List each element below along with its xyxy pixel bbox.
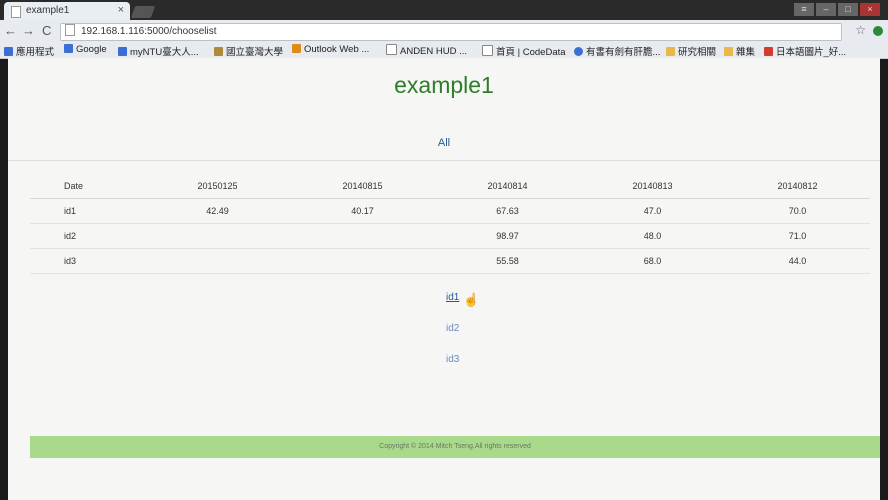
address-bar[interactable]: 192.168.1.116:5000/chooselist xyxy=(60,23,842,41)
menu-icon[interactable]: ≡ xyxy=(794,3,814,16)
bookmark-ntu[interactable]: 國立臺灣大學 xyxy=(214,44,283,58)
column-header: 20140814 xyxy=(435,174,580,199)
bookmark-anden-hud[interactable]: ANDEN HUD ... xyxy=(386,44,467,57)
table-cell: id2 xyxy=(30,223,145,249)
column-header: 20140815 xyxy=(290,174,435,199)
browser-toolbar: ← → C 192.168.1.116:5000/chooselist ☆ xyxy=(0,20,888,42)
divider xyxy=(8,160,880,161)
table-cell xyxy=(145,223,290,249)
hand-cursor-icon: ☝ xyxy=(463,292,480,307)
table-cell: 71.0 xyxy=(725,223,870,249)
table-cell: 42.49 xyxy=(145,198,290,224)
page-brand[interactable]: example1 xyxy=(8,72,880,99)
page-icon xyxy=(386,44,397,55)
address-text: 192.168.1.116:5000/chooselist xyxy=(81,26,217,37)
folder-icon xyxy=(666,47,675,56)
table-cell: 98.97 xyxy=(435,223,580,249)
column-header: 20140813 xyxy=(580,174,725,199)
close-tab-icon[interactable]: × xyxy=(118,4,124,16)
table-cell: id3 xyxy=(30,248,145,274)
table-cell: 40.17 xyxy=(290,198,435,224)
bookmarks-bar: 應用程式 Google myNTU臺大人... 國立臺灣大學 Outlook W… xyxy=(0,42,888,59)
page-icon xyxy=(65,24,75,36)
page-icon xyxy=(482,45,493,56)
table-cell: 68.0 xyxy=(580,248,725,274)
table-row: id3 55.58 68.0 44.0 xyxy=(30,248,870,274)
link-id1[interactable]: id1 xyxy=(446,292,459,303)
footer: Copyright © 2014 Mitch Tseng.All rights … xyxy=(30,436,880,458)
table-cell: 55.58 xyxy=(435,248,580,274)
window-controls: ≡ – □ × xyxy=(792,3,880,17)
tab-title: example1 xyxy=(26,5,70,16)
page-content: example1 All Date 20150125 20140815 2014… xyxy=(8,58,880,500)
myntu-icon xyxy=(118,47,127,56)
ntu-icon xyxy=(214,47,223,56)
table-cell: 48.0 xyxy=(580,223,725,249)
bookmark-myntu[interactable]: myNTU臺大人... xyxy=(118,44,199,58)
table-cell: 44.0 xyxy=(725,248,870,274)
table-header-row: Date 20150125 20140815 20140814 20140813… xyxy=(30,174,870,199)
table-cell: 47.0 xyxy=(580,198,725,224)
column-header: 20150125 xyxy=(145,174,290,199)
maximize-button[interactable]: □ xyxy=(838,3,858,16)
bookmark-google[interactable]: Google xyxy=(64,44,107,55)
forward-icon[interactable]: → xyxy=(22,23,35,38)
blog-icon xyxy=(574,47,583,56)
table-cell xyxy=(290,248,435,274)
table-cell: 67.63 xyxy=(435,198,580,224)
column-header: Date xyxy=(30,174,145,199)
all-link[interactable]: All xyxy=(8,137,880,149)
bookmark-blog[interactable]: 有書有劍有肝膽... xyxy=(574,44,660,58)
data-table: Date 20150125 20140815 20140814 20140813… xyxy=(30,174,870,274)
apps-icon xyxy=(4,47,13,56)
folder-icon xyxy=(724,47,733,56)
tab-strip: example1 × ≡ – □ × xyxy=(0,0,888,20)
minimize-button[interactable]: – xyxy=(816,3,836,16)
new-tab-button[interactable] xyxy=(130,6,156,18)
link-id3[interactable]: id3 xyxy=(446,354,459,365)
japanese-site-icon xyxy=(764,47,773,56)
table-cell xyxy=(290,223,435,249)
bookmark-apps[interactable]: 應用程式 xyxy=(4,44,54,58)
bookmark-folder-research[interactable]: 研究相關 xyxy=(666,44,716,58)
table-cell: 70.0 xyxy=(725,198,870,224)
column-header: 20140812 xyxy=(725,174,870,199)
table-row: id2 98.97 48.0 71.0 xyxy=(30,223,870,249)
table-cell: id1 xyxy=(30,198,145,224)
bookmark-codedata[interactable]: 首頁 | CodeData xyxy=(482,44,566,58)
google-icon xyxy=(64,44,73,53)
browser-tab[interactable]: example1 × xyxy=(4,2,130,20)
bookmark-folder-misc[interactable]: 雜集 xyxy=(724,44,755,58)
reload-icon[interactable]: C xyxy=(42,23,51,38)
outlook-icon xyxy=(292,44,301,53)
link-id2[interactable]: id2 xyxy=(446,323,459,334)
bookmark-outlook[interactable]: Outlook Web ... xyxy=(292,44,369,55)
table-cell xyxy=(145,248,290,274)
table-row: id1 42.49 40.17 67.63 47.0 70.0 xyxy=(30,198,870,224)
bookmark-star-icon[interactable]: ☆ xyxy=(855,23,866,37)
close-window-button[interactable]: × xyxy=(860,3,880,16)
bookmark-japanese-images[interactable]: 日本語圖片_好... xyxy=(764,44,846,58)
extension-icon[interactable] xyxy=(873,26,883,36)
page-favicon-icon xyxy=(11,6,21,18)
back-icon[interactable]: ← xyxy=(4,23,17,38)
